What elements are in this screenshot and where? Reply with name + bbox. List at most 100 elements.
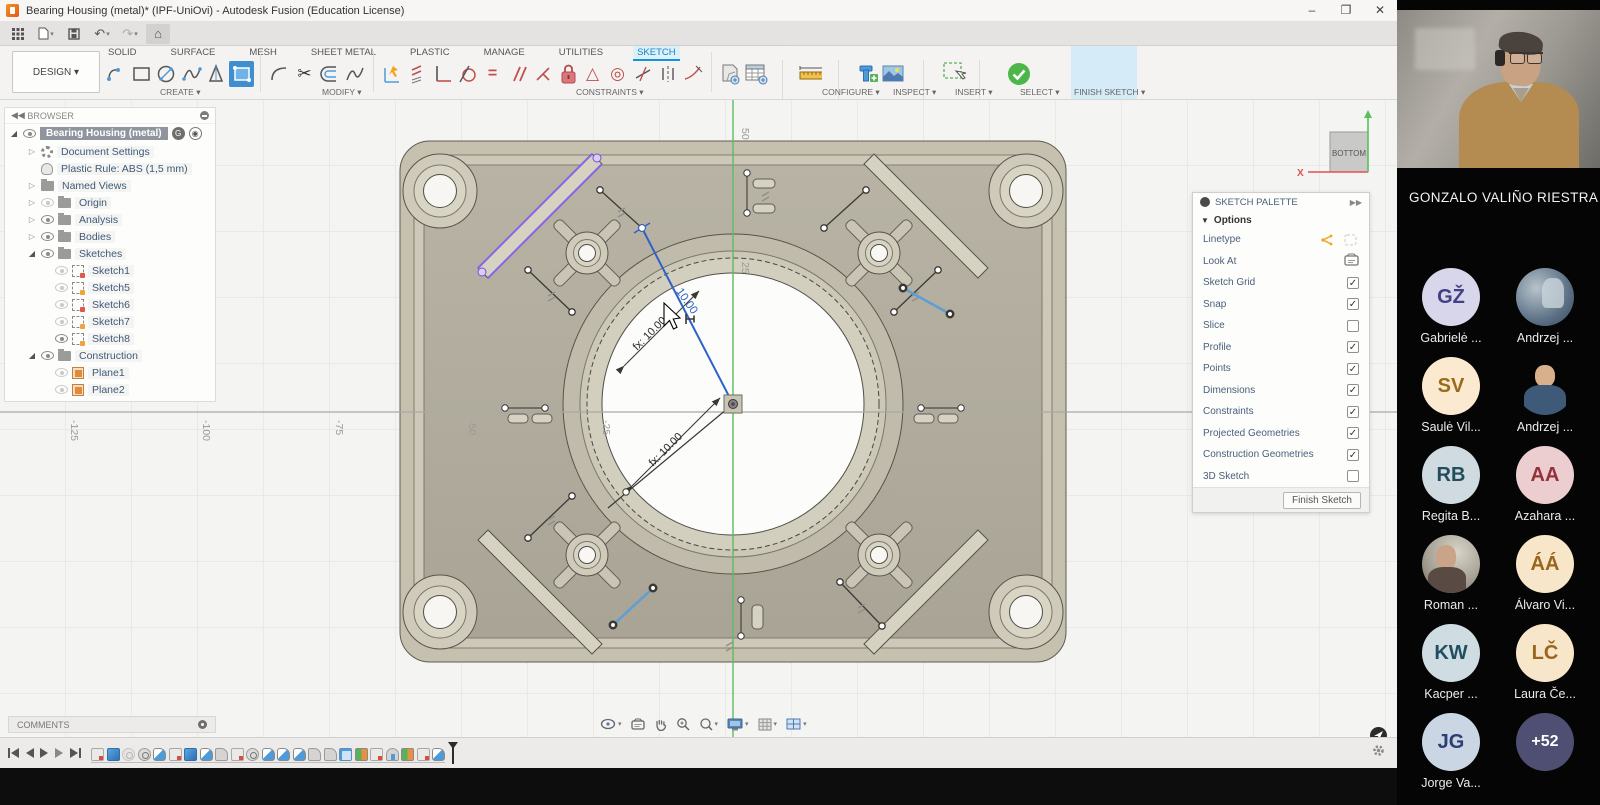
visibility-eye-icon[interactable]: [55, 266, 68, 275]
timeline-feature-icon[interactable]: [417, 748, 430, 761]
palette-row-constraints[interactable]: Constraints✓: [1193, 401, 1369, 423]
palette-row-slice[interactable]: Slice: [1193, 315, 1369, 337]
browser-item-sketches[interactable]: ◢ Sketches: [5, 245, 215, 262]
timeline-feature-icon[interactable]: [184, 748, 197, 761]
zoom-icon[interactable]: [673, 715, 693, 733]
model-canvas[interactable]: -125 -100 -75 -50 -25 50 25: [0, 100, 1397, 737]
sketch-dimension-icon[interactable]: [380, 61, 405, 87]
palette-row-construction-geometries[interactable]: Construction Geometries✓: [1193, 444, 1369, 466]
participant-tile[interactable]: JG Jorge Va...: [1405, 713, 1497, 790]
palette-row-projected-geometries[interactable]: Projected Geometries✓: [1193, 423, 1369, 445]
timeline-feature-icon[interactable]: [370, 748, 383, 761]
visibility-eye-icon[interactable]: [41, 249, 54, 258]
browser-item-sketch6[interactable]: Sketch6: [5, 296, 215, 313]
visibility-eye-icon[interactable]: [55, 368, 68, 377]
checkbox[interactable]: ✓: [1347, 406, 1359, 418]
participant-tile[interactable]: Roman ...: [1405, 535, 1497, 612]
palette-collapse-icon[interactable]: ▶▶: [1350, 198, 1362, 207]
checkbox[interactable]: [1347, 470, 1359, 482]
close-button[interactable]: ✕: [1363, 0, 1397, 21]
minimize-button[interactable]: –: [1295, 0, 1329, 21]
tab-sketch[interactable]: SKETCH: [633, 46, 680, 59]
sketch-origin-point[interactable]: [724, 395, 742, 413]
visibility-eye-icon[interactable]: [23, 129, 36, 138]
configuration-table-icon[interactable]: [743, 61, 768, 87]
timeline-feature-icon[interactable]: [138, 748, 151, 761]
browser-root-row[interactable]: ◢ Bearing Housing (metal) G ◉: [5, 124, 215, 143]
browser-item-plane2[interactable]: Plane2: [5, 381, 215, 398]
visibility-eye-icon[interactable]: [55, 317, 68, 326]
view-cube[interactable]: BOTTOM X: [1297, 110, 1372, 179]
collinear-constraint-icon[interactable]: [630, 61, 655, 87]
group-insert[interactable]: INSERT ▾: [955, 87, 993, 98]
palette-row-3d-sketch[interactable]: 3D Sketch: [1193, 466, 1369, 488]
insert-fastener-icon[interactable]: [855, 61, 880, 87]
group-create[interactable]: CREATE ▾: [160, 87, 200, 98]
two-point-rectangle-tool-active-icon[interactable]: [229, 61, 254, 87]
checkbox[interactable]: ✓: [1347, 449, 1359, 461]
group-constraints[interactable]: CONSTRAINTS ▾: [576, 87, 644, 98]
group-configure[interactable]: CONFIGURE ▾: [822, 87, 880, 98]
line-tool-icon[interactable]: [104, 61, 129, 87]
timeline-feature-icon[interactable]: [107, 748, 120, 761]
timeline-feature-icon[interactable]: [293, 748, 306, 761]
visibility-eye-icon[interactable]: [41, 215, 54, 224]
fillet-tool-icon[interactable]: [267, 61, 292, 87]
cone-tool-icon[interactable]: [204, 61, 229, 87]
browser-item-plane1[interactable]: Plane1: [5, 364, 215, 381]
timeline-feature-icon[interactable]: [386, 748, 399, 761]
coincident-constraint-icon[interactable]: △: [580, 61, 605, 87]
palette-row-snap[interactable]: Snap✓: [1193, 294, 1369, 316]
curvature-constraint-icon[interactable]: [680, 61, 705, 87]
step-back-icon[interactable]: [25, 748, 34, 758]
undo-icon[interactable]: ↶▾: [90, 24, 114, 44]
timeline-feature-icon[interactable]: [432, 748, 445, 761]
checkbox[interactable]: ✓: [1347, 298, 1359, 310]
display-settings-icon[interactable]: ▾: [724, 716, 752, 733]
timeline-feature-icon[interactable]: [324, 748, 337, 761]
orbit-icon[interactable]: ▾: [597, 715, 625, 733]
browser-item-sketch1[interactable]: Sketch1: [5, 262, 215, 279]
timeline-feature-icon[interactable]: [339, 748, 352, 761]
participant-tile[interactable]: ÁÁ Álvaro Vi...: [1499, 535, 1591, 612]
checkbox[interactable]: ✓: [1347, 384, 1359, 396]
play-icon[interactable]: [40, 748, 49, 758]
group-modify[interactable]: MODIFY ▾: [322, 87, 362, 98]
fit-icon[interactable]: ▾: [696, 715, 722, 733]
equal-constraint-icon[interactable]: =: [480, 61, 505, 87]
browser-item-analysis[interactable]: ▷ Analysis: [5, 211, 215, 228]
participant-tile[interactable]: +52: [1499, 713, 1591, 776]
home-view-icon[interactable]: ⌂: [146, 24, 170, 44]
look-at-view-icon[interactable]: [628, 716, 648, 732]
finish-sketch-icon[interactable]: [1006, 61, 1031, 87]
browser-item-sketch7[interactable]: Sketch7: [5, 313, 215, 330]
visibility-eye-icon[interactable]: [41, 351, 54, 360]
group-inspect[interactable]: INSPECT ▾: [893, 87, 936, 98]
visibility-eye-icon[interactable]: [55, 385, 68, 394]
timeline-feature-icon[interactable]: [91, 748, 104, 761]
tab-utilities[interactable]: UTILITIES: [555, 46, 607, 59]
browser-item-sketch8[interactable]: Sketch8: [5, 330, 215, 347]
tab-manage[interactable]: MANAGE: [480, 46, 529, 59]
visibility-eye-icon[interactable]: [55, 334, 68, 343]
checkbox[interactable]: ✓: [1347, 427, 1359, 439]
trim-tool-icon[interactable]: ✂: [292, 61, 317, 87]
participant-tile[interactable]: SV Saulė Vil...: [1405, 357, 1497, 434]
timeline-feature-icon[interactable]: [169, 748, 182, 761]
palette-row-points[interactable]: Points✓: [1193, 358, 1369, 380]
grid-settings-icon[interactable]: ▾: [755, 716, 781, 733]
checkbox[interactable]: ✓: [1347, 277, 1359, 289]
timeline-settings-gear-icon[interactable]: [1372, 744, 1385, 762]
canvas-image-icon[interactable]: [880, 61, 905, 87]
spline-tool-icon[interactable]: [179, 61, 204, 87]
configuration-icon[interactable]: [718, 61, 743, 87]
go-to-end-icon[interactable]: [70, 748, 81, 758]
browser-collapse-icon[interactable]: ◀◀: [11, 110, 27, 121]
group-select[interactable]: SELECT ▾: [1020, 87, 1060, 98]
rectangle-tool-icon[interactable]: [129, 61, 154, 87]
checkbox[interactable]: [1347, 320, 1359, 332]
redo-icon[interactable]: ↷▾: [118, 24, 142, 44]
viewports-icon[interactable]: ▾: [783, 716, 810, 732]
comments-bar[interactable]: COMMENTS: [8, 716, 216, 733]
visibility-eye-icon[interactable]: [41, 232, 54, 241]
